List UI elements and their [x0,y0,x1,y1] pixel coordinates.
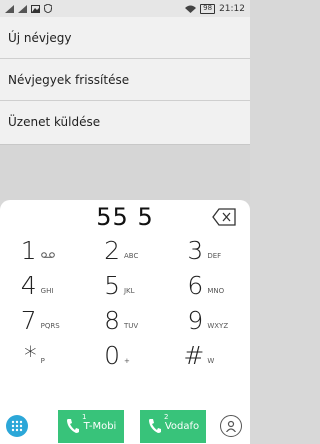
key-7[interactable]: 7 PQRS [0,303,83,338]
dialpad-panel: 55 5 1 2 ABC 3 DEF 4 GHI 5 JKL 6 MNO 7 P… [0,200,250,444]
number-display: 55 5 [0,200,250,233]
call-sim1-button[interactable]: 1 T-Mobi [58,410,124,443]
key-6[interactable]: 6 MNO [167,268,250,303]
menu-item-new-contact[interactable]: Új névjegy [0,17,250,59]
battery-indicator: 98 [200,3,216,14]
menu-item-send-message[interactable]: Üzenet küldése [0,101,250,143]
key-0[interactable]: 0 + [83,338,166,373]
key-5[interactable]: 5 JKL [83,268,166,303]
phone-icon [149,419,161,433]
key-9[interactable]: 9 WXYZ [167,303,250,338]
options-menu: Új névjegy Névjegyek frissítése Üzenet k… [0,17,250,145]
key-star[interactable]: * P [0,338,83,373]
shield-icon [44,4,52,13]
call-bar: 1 T-Mobi 2 Vodafo [0,410,250,444]
key-hash[interactable]: # W [167,338,250,373]
keypad: 1 2 ABC 3 DEF 4 GHI 5 JKL 6 MNO 7 PQRS 8… [0,233,250,373]
dialpad-icon [11,420,23,432]
contacts-button[interactable] [220,415,242,437]
voicemail-icon [40,251,55,258]
carrier-label: T-Mobi [83,421,117,432]
dialed-number: 55 5 [96,202,154,231]
image-notification-icon [31,4,40,13]
key-1[interactable]: 1 [0,233,83,268]
menu-item-update-contacts[interactable]: Névjegyek frissítése [0,59,250,101]
key-3[interactable]: 3 DEF [167,233,250,268]
status-bar: 98 21:12 [0,0,250,17]
call-sim2-button[interactable]: 2 Vodafo [140,410,206,443]
sim-slot-label: 2 [164,413,169,421]
key-4[interactable]: 4 GHI [0,268,83,303]
clock: 21:12 [219,3,245,14]
person-icon [226,420,236,432]
key-8[interactable]: 8 TUV [83,303,166,338]
dialpad-toggle-button[interactable] [6,415,28,437]
wifi-icon [185,5,197,13]
signal-icon [5,4,14,13]
key-2[interactable]: 2 ABC [83,233,166,268]
phone-icon [67,419,79,433]
carrier-label: Vodafo [164,421,200,432]
backspace-icon[interactable] [212,208,236,226]
dimmed-background [0,145,250,200]
sim-slot-label: 1 [82,413,87,421]
signal-icon [18,4,27,13]
